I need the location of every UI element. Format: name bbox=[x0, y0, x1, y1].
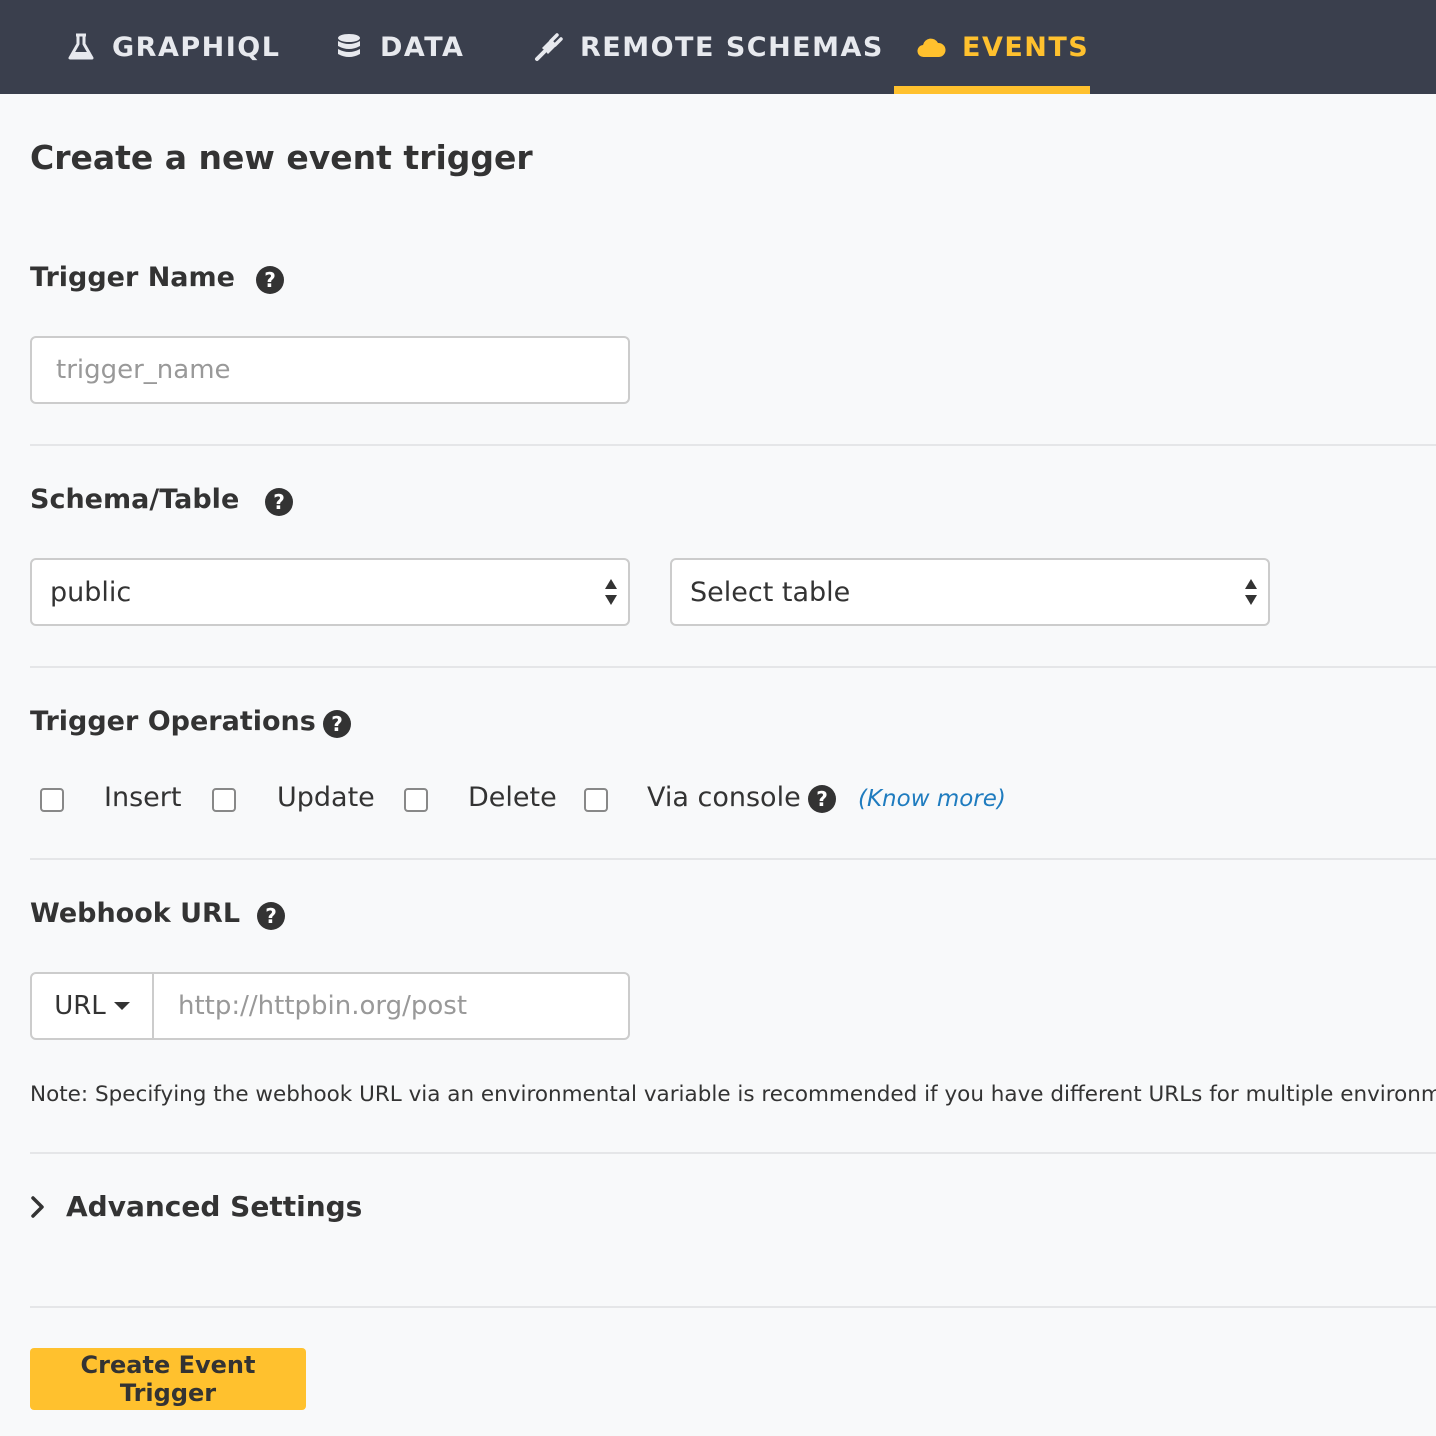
insert-label[interactable]: Insert bbox=[104, 782, 181, 813]
help-icon[interactable]: ? bbox=[323, 710, 351, 738]
divider bbox=[30, 858, 1436, 860]
webhook-url-label: Webhook URL bbox=[30, 898, 241, 929]
delete-checkbox[interactable] bbox=[404, 788, 428, 812]
schema-select[interactable]: public bbox=[30, 558, 630, 626]
cloud-icon bbox=[917, 38, 946, 58]
select-arrows-icon bbox=[605, 579, 617, 605]
via-console-checkbox[interactable] bbox=[584, 788, 608, 812]
url-type-dropdown[interactable]: URL bbox=[32, 974, 154, 1038]
update-label[interactable]: Update bbox=[277, 782, 375, 813]
delete-label[interactable]: Delete bbox=[468, 782, 557, 813]
plug-icon bbox=[535, 33, 563, 61]
database-icon bbox=[338, 34, 360, 57]
create-event-trigger-button[interactable]: Create Event Trigger bbox=[30, 1348, 306, 1410]
chevron-right-icon bbox=[31, 1195, 44, 1218]
know-more-link[interactable]: (Know more) bbox=[858, 786, 1006, 812]
webhook-url-group: URL bbox=[30, 972, 630, 1040]
webhook-url-input[interactable] bbox=[154, 974, 628, 1038]
flask-icon bbox=[68, 33, 94, 60]
page-title: Create a new event trigger bbox=[30, 138, 533, 177]
tab-remote-schemas[interactable]: REMOTE SCHEMAS bbox=[534, 0, 884, 94]
divider bbox=[30, 444, 1436, 446]
trigger-operations-label: Trigger Operations bbox=[30, 706, 316, 737]
caret-down-icon bbox=[113, 1002, 130, 1010]
divider bbox=[30, 666, 1436, 668]
top-nav: GRAPHIQL DATA REMOTE SCHEMAS EVENTS bbox=[0, 0, 1436, 94]
table-select[interactable]: Select table bbox=[670, 558, 1270, 626]
advanced-settings-toggle[interactable]: Advanced Settings bbox=[30, 1190, 362, 1223]
tab-label: GRAPHIQL bbox=[112, 31, 281, 63]
trigger-name-label: Trigger Name bbox=[30, 262, 235, 293]
via-console-label[interactable]: Via console bbox=[647, 782, 801, 813]
trigger-name-input[interactable] bbox=[30, 336, 630, 404]
advanced-settings-label: Advanced Settings bbox=[66, 1190, 363, 1223]
tab-events[interactable]: EVENTS bbox=[916, 0, 1089, 94]
webhook-note: Note: Specifying the webhook URL via an … bbox=[30, 1082, 1436, 1107]
insert-checkbox[interactable] bbox=[40, 788, 64, 812]
table-select-value: Select table bbox=[690, 576, 851, 608]
help-icon[interactable]: ? bbox=[257, 902, 285, 930]
schema-select-value: public bbox=[50, 576, 132, 608]
tab-label: DATA bbox=[380, 31, 465, 63]
help-icon[interactable]: ? bbox=[256, 266, 284, 294]
tab-label: EVENTS bbox=[962, 31, 1090, 63]
help-icon[interactable]: ? bbox=[265, 488, 293, 516]
divider bbox=[30, 1306, 1436, 1308]
active-tab-indicator bbox=[894, 86, 1090, 94]
divider bbox=[30, 1152, 1436, 1154]
update-checkbox[interactable] bbox=[212, 788, 236, 812]
select-arrows-icon bbox=[1245, 579, 1257, 605]
url-type-value: URL bbox=[54, 991, 106, 1021]
help-icon[interactable]: ? bbox=[808, 785, 836, 813]
tab-label: REMOTE SCHEMAS bbox=[580, 31, 884, 63]
tab-data[interactable]: DATA bbox=[334, 0, 464, 94]
schema-table-label: Schema/Table bbox=[30, 484, 240, 515]
tab-graphiql[interactable]: GRAPHIQL bbox=[66, 0, 280, 94]
